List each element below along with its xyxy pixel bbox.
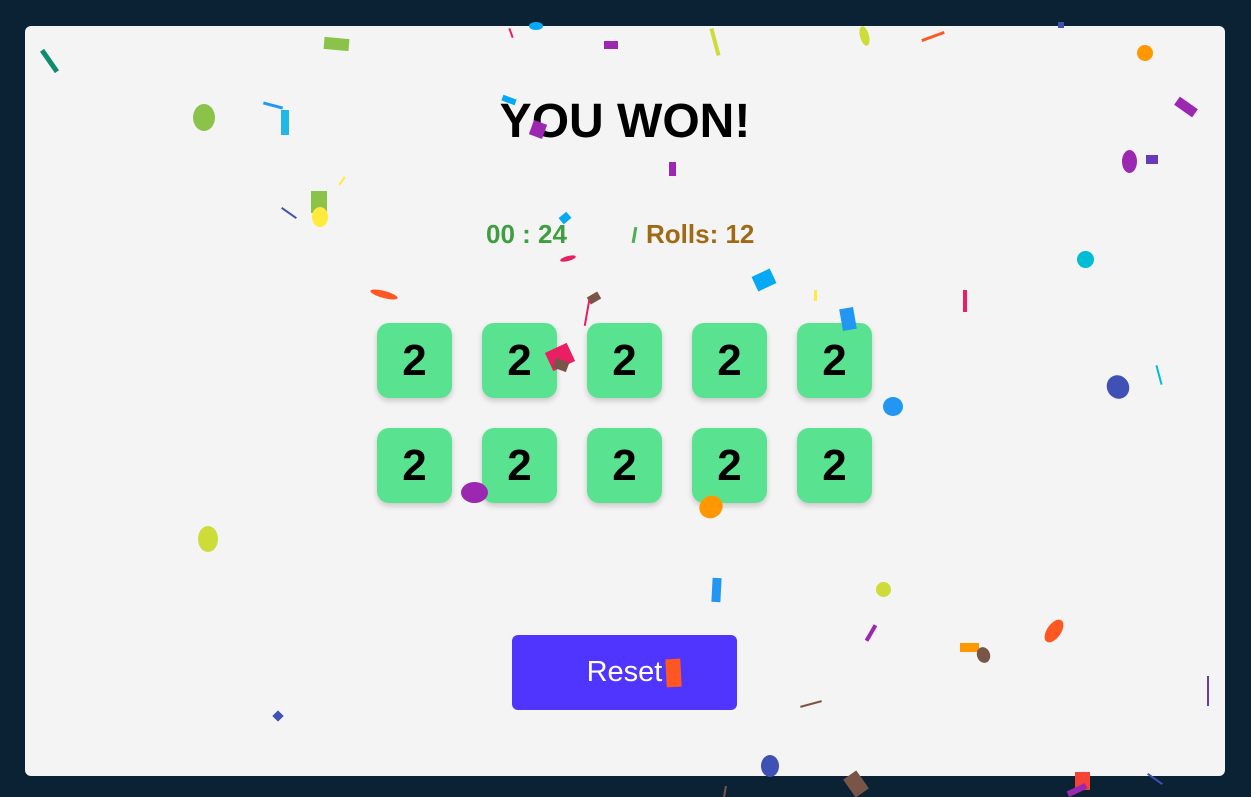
win-title: YOU WON! <box>499 95 751 148</box>
confetti-piece <box>723 785 727 797</box>
die[interactable]: 2 <box>377 323 452 398</box>
die[interactable]: 2 <box>482 323 557 398</box>
die[interactable]: 2 <box>587 323 662 398</box>
die[interactable]: 2 <box>692 428 767 503</box>
die[interactable]: 2 <box>797 428 872 503</box>
die[interactable]: 2 <box>482 428 557 503</box>
game-card: YOU WON! 00 : 24 Rolls: 12 2 2 2 2 2 2 2… <box>25 26 1225 776</box>
die[interactable]: 2 <box>377 428 452 503</box>
rolls-count: Rolls: 12 <box>646 219 755 249</box>
reset-button[interactable]: Reset <box>512 635 737 710</box>
timer: 00 : 24 <box>486 219 567 249</box>
dice-grid: 2 2 2 2 2 2 2 2 2 2 <box>377 323 872 503</box>
stats-bar: 00 : 24 Rolls: 12 <box>25 219 1225 249</box>
die[interactable]: 2 <box>587 428 662 503</box>
die[interactable]: 2 <box>692 323 767 398</box>
die[interactable]: 2 <box>797 323 872 398</box>
confetti-piece <box>1066 783 1088 797</box>
